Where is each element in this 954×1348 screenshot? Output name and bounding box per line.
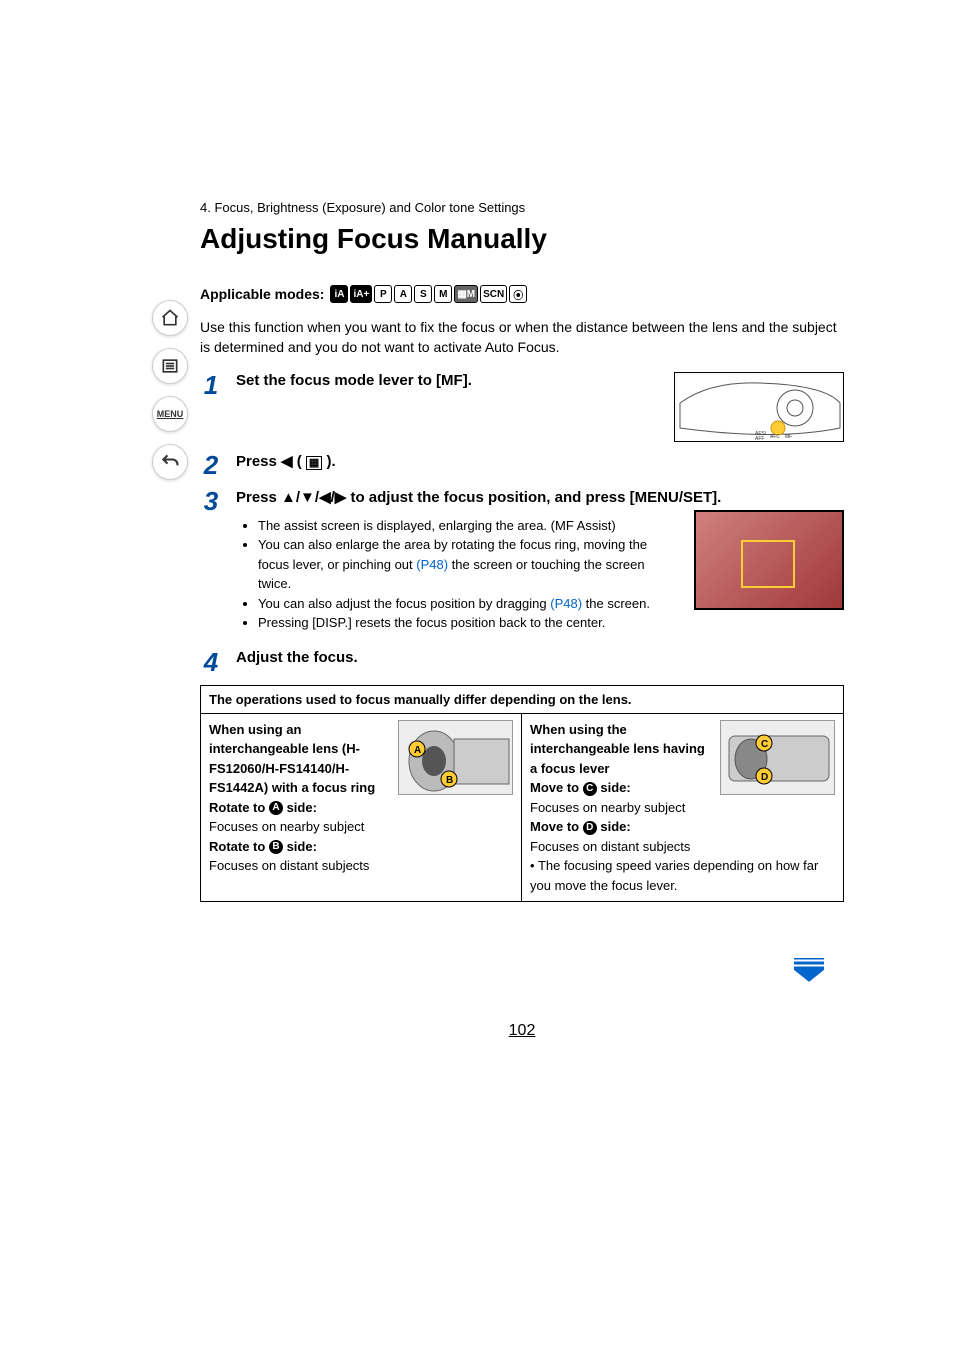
- step-1: 1 Set the focus mode lever to [MF]. AFS/…: [200, 372, 844, 442]
- svg-text:D: D: [761, 772, 768, 783]
- mode-m-icon: M: [434, 285, 452, 303]
- svg-text:B: B: [446, 775, 453, 786]
- note: The assist screen is displayed, enlargin…: [258, 516, 676, 536]
- mode-p-icon: P: [374, 285, 392, 303]
- focus-lever-illustration: C D: [720, 720, 835, 795]
- page-link[interactable]: (P48): [416, 557, 448, 572]
- step-3-notes: The assist screen is displayed, enlargin…: [236, 516, 676, 633]
- doc-sidebar: MENU: [150, 300, 190, 480]
- back-icon[interactable]: [152, 444, 188, 480]
- marker-c: C: [583, 782, 597, 796]
- marker-b: B: [269, 840, 283, 854]
- marker-d: D: [583, 821, 597, 835]
- right-note: The focusing speed varies depending on h…: [530, 858, 818, 893]
- page-title: Adjusting Focus Manually: [200, 223, 844, 255]
- mode-s-icon: S: [414, 285, 432, 303]
- lens-operations-box: The operations used to focus manually di…: [200, 685, 844, 903]
- menu-button[interactable]: MENU: [152, 396, 188, 432]
- step-2: 2 Press ◀ ( ▦ ).: [200, 452, 844, 478]
- left-a-desc: Focuses on nearby subject: [209, 817, 513, 837]
- mf-assist-preview: [694, 510, 844, 610]
- svg-text:A: A: [414, 745, 421, 756]
- svg-text:C: C: [761, 739, 768, 750]
- page-number: 102: [200, 1022, 844, 1040]
- step-number: 2: [200, 452, 222, 478]
- focus-ring-illustration: A B: [398, 720, 513, 795]
- box-left-col: A B When using an interchangeable lens (…: [201, 714, 522, 902]
- note: You can also adjust the focus position b…: [258, 594, 676, 614]
- mode-ia-plus-icon: iA+: [350, 285, 372, 303]
- intro-text: Use this function when you want to fix t…: [200, 317, 844, 358]
- box-header: The operations used to focus manually di…: [201, 686, 843, 714]
- step-2-post: ).: [322, 453, 335, 470]
- step-2-pre: Press ◀ (: [236, 453, 306, 470]
- step-4: 4 Adjust the focus.: [200, 649, 844, 675]
- step-number: 4: [200, 649, 222, 675]
- step-4-title: Adjust the focus.: [236, 649, 844, 666]
- toc-icon[interactable]: [152, 348, 188, 384]
- camera-top-illustration: AFS/ AFF AFC MF: [674, 372, 844, 442]
- applicable-label: Applicable modes:: [200, 286, 324, 302]
- mode-icons: iA iA+ P A S M ▦M SCN ⦿: [330, 285, 527, 303]
- left-b-desc: Focuses on distant subjects: [209, 856, 513, 876]
- right-c-desc: Focuses on nearby subject: [530, 798, 835, 818]
- note: You can also enlarge the area by rotatin…: [258, 535, 676, 594]
- step-number: 1: [200, 372, 222, 442]
- step-3-title: Press ▲/▼/◀/▶ to adjust the focus positi…: [236, 488, 844, 506]
- svg-text:AFF: AFF: [755, 436, 764, 442]
- step-3: 3 Press ▲/▼/◀/▶ to adjust the focus posi…: [200, 488, 844, 639]
- svg-text:AFC: AFC: [770, 434, 780, 440]
- box-right-col: C D When using the interchangeable lens …: [522, 714, 843, 902]
- mode-movie-icon: ▦M: [454, 285, 478, 303]
- note: Pressing [DISP.] resets the focus positi…: [258, 613, 676, 633]
- page-link[interactable]: (P48): [550, 596, 582, 611]
- focus-area-icon: ▦: [306, 456, 322, 470]
- applicable-modes: Applicable modes: iA iA+ P A S M ▦M SCN …: [200, 285, 844, 303]
- home-icon[interactable]: [152, 300, 188, 336]
- svg-text:MF: MF: [785, 434, 792, 440]
- mode-scn-icon: SCN: [480, 285, 507, 303]
- step-2-title: Press ◀ ( ▦ ).: [236, 452, 844, 470]
- step-1-title: Set the focus mode lever to [MF].: [236, 372, 656, 389]
- mode-a-icon: A: [394, 285, 412, 303]
- breadcrumb: 4. Focus, Brightness (Exposure) and Colo…: [200, 200, 844, 215]
- mode-ia-icon: iA: [330, 285, 348, 303]
- marker-a: A: [269, 801, 283, 815]
- right-d-desc: Focuses on distant subjects: [530, 837, 835, 857]
- mode-creative-icon: ⦿: [509, 285, 527, 303]
- step-number: 3: [200, 488, 222, 639]
- continue-arrow-icon: [794, 958, 824, 982]
